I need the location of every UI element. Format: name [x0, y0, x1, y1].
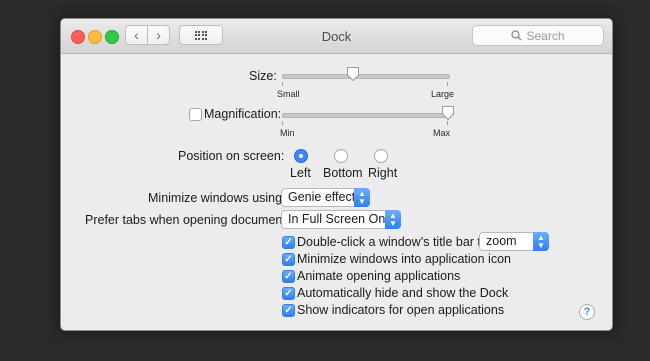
autohide-dock-checkbox[interactable]: ✓	[282, 287, 295, 300]
size-slider-knob[interactable]	[346, 66, 360, 82]
double-click-checkbox[interactable]: ✓	[282, 236, 295, 249]
double-click-action-value: zoom	[486, 234, 517, 248]
show-indicators-label: Show indicators for open applications	[297, 303, 505, 317]
position-bottom-label: Bottom	[323, 166, 363, 180]
double-click-label: Double-click a window’s title bar to	[297, 235, 488, 249]
magnification-tick-max	[447, 121, 448, 125]
double-click-action-popup[interactable]: zoom ▲ ▼	[479, 232, 549, 251]
position-bottom-radio[interactable]	[334, 149, 348, 163]
magnification-slider-knob[interactable]	[441, 105, 455, 121]
dock-preferences-window: ‹ › Dock Search Size: Small Large Magnif…	[60, 18, 613, 331]
minimize-effect-popup[interactable]: Genie effect ▲ ▼	[281, 188, 370, 207]
chevron-updown-icon: ▲ ▼	[354, 188, 370, 207]
minimize-effect-label: Minimize windows using:	[148, 191, 286, 205]
size-tick-min	[282, 82, 283, 86]
size-min-label: Small	[277, 89, 300, 99]
show-indicators-checkbox[interactable]: ✓	[282, 304, 295, 317]
minimize-into-icon-checkbox[interactable]: ✓	[282, 253, 295, 266]
size-label: Size:	[249, 69, 277, 83]
position-left-radio[interactable]	[294, 149, 308, 163]
position-label: Position on screen:	[178, 149, 285, 163]
position-right-radio[interactable]	[374, 149, 388, 163]
size-max-label: Large	[431, 89, 455, 99]
minimize-effect-value: Genie effect	[288, 190, 356, 204]
animate-opening-label: Animate opening applications	[297, 269, 461, 283]
size-tick-max	[447, 82, 448, 86]
magnification-tick-min	[282, 121, 283, 125]
chevron-updown-icon: ▲ ▼	[533, 232, 549, 251]
prefer-tabs-popup[interactable]: In Full Screen Only ▲ ▼	[281, 210, 401, 229]
autohide-dock-label: Automatically hide and show the Dock	[297, 286, 509, 300]
search-field[interactable]: Search	[472, 25, 604, 46]
magnification-slider-track[interactable]	[282, 113, 450, 118]
animate-opening-checkbox[interactable]: ✓	[282, 270, 295, 283]
magnification-label: Magnification:	[204, 107, 282, 121]
magnification-min-label: Min	[280, 128, 295, 138]
minimize-into-icon-label: Minimize windows into application icon	[297, 252, 511, 266]
chevron-updown-icon: ▲ ▼	[385, 210, 401, 229]
position-left-label: Left	[290, 166, 311, 180]
prefer-tabs-value: In Full Screen Only	[288, 212, 395, 226]
magnification-checkbox[interactable]	[189, 108, 202, 121]
title-bar: ‹ › Dock Search	[61, 19, 612, 54]
search-placeholder: Search	[526, 28, 565, 43]
prefer-tabs-label: Prefer tabs when opening documents:	[85, 213, 296, 227]
magnification-max-label: Max	[433, 128, 451, 138]
position-right-label: Right	[368, 166, 398, 180]
search-icon	[511, 30, 522, 41]
help-button[interactable]: ?	[579, 304, 595, 320]
size-slider-track[interactable]	[282, 74, 450, 79]
help-icon: ?	[583, 306, 591, 318]
